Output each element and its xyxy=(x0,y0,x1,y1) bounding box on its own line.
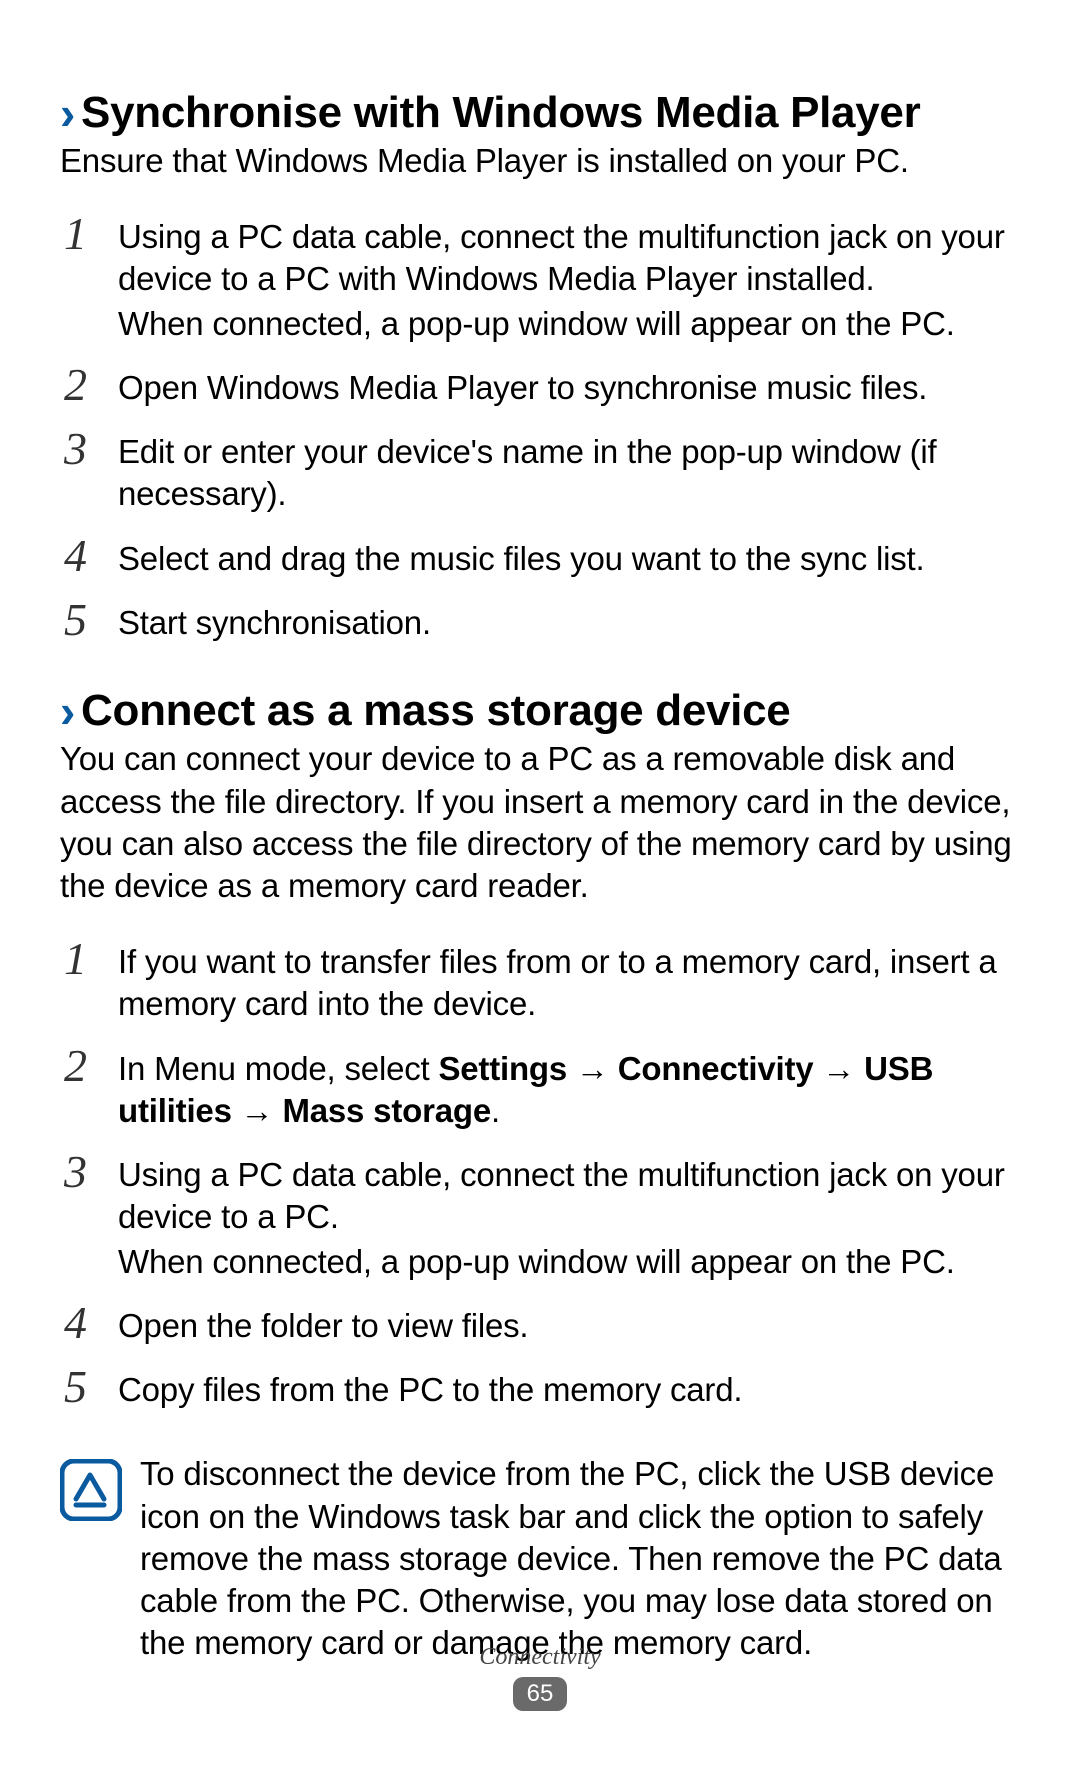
step-text: Using a PC data cable, connect the multi… xyxy=(118,1156,1005,1235)
step-body: Using a PC data cable, connect the multi… xyxy=(118,210,1020,345)
step-number: 4 xyxy=(60,532,118,580)
section2-intro: You can connect your device to a PC as a… xyxy=(60,738,1020,907)
note: To disconnect the device from the PC, cl… xyxy=(60,1453,1020,1664)
section-heading-sync: › Synchronise with Windows Media Player xyxy=(60,88,1020,138)
step-body: Edit or enter your device's name in the … xyxy=(118,425,1020,515)
step: 3 Using a PC data cable, connect the mul… xyxy=(60,1148,1020,1283)
step-number: 3 xyxy=(60,1148,118,1196)
chevron-icon: › xyxy=(60,90,75,136)
step-extra: When connected, a pop-up window will app… xyxy=(118,1241,1020,1283)
step-body: If you want to transfer files from or to… xyxy=(118,935,1020,1025)
step-number: 3 xyxy=(60,425,118,473)
manual-page: › Synchronise with Windows Media Player … xyxy=(0,0,1080,1771)
step: 1 If you want to transfer files from or … xyxy=(60,935,1020,1025)
step: 4 Select and drag the music files you wa… xyxy=(60,532,1020,580)
footer-section: Connectivity xyxy=(0,1644,1080,1671)
step: 5 Copy files from the PC to the memory c… xyxy=(60,1363,1020,1411)
step-tail: . xyxy=(491,1092,500,1129)
step-number: 1 xyxy=(60,935,118,983)
step: 2 Open Windows Media Player to synchroni… xyxy=(60,361,1020,409)
page-number: 65 xyxy=(513,1677,568,1711)
step: 2 In Menu mode, select Settings → Connec… xyxy=(60,1042,1020,1132)
heading-text: Synchronise with Windows Media Player xyxy=(81,88,920,138)
section-heading-mass-storage: › Connect as a mass storage device xyxy=(60,686,1020,736)
step-body: Open the folder to view files. xyxy=(118,1299,528,1347)
step-number: 2 xyxy=(60,1042,118,1090)
step-number: 4 xyxy=(60,1299,118,1347)
step-body: Start synchronisation. xyxy=(118,596,431,644)
step-body: Open Windows Media Player to synchronise… xyxy=(118,361,927,409)
step: 1 Using a PC data cable, connect the mul… xyxy=(60,210,1020,345)
step-extra: When connected, a pop-up window will app… xyxy=(118,303,1020,345)
section1-steps: 1 Using a PC data cable, connect the mul… xyxy=(60,210,1020,644)
step-number: 1 xyxy=(60,210,118,258)
step-number: 2 xyxy=(60,361,118,409)
step: 4 Open the folder to view files. xyxy=(60,1299,1020,1347)
section2-steps: 1 If you want to transfer files from or … xyxy=(60,935,1020,1411)
note-icon xyxy=(60,1459,122,1521)
step-body: Select and drag the music files you want… xyxy=(118,532,924,580)
step-number: 5 xyxy=(60,1363,118,1411)
chevron-icon: › xyxy=(60,688,75,734)
page-footer: Connectivity 65 xyxy=(0,1644,1080,1711)
section1-intro: Ensure that Windows Media Player is inst… xyxy=(60,140,1020,182)
step-body: Using a PC data cable, connect the multi… xyxy=(118,1148,1020,1283)
step-body: Copy files from the PC to the memory car… xyxy=(118,1363,742,1411)
step-lead: In Menu mode, select xyxy=(118,1050,438,1087)
step-body: In Menu mode, select Settings → Connecti… xyxy=(118,1042,1020,1132)
step-text: Using a PC data cable, connect the multi… xyxy=(118,218,1005,297)
heading-text: Connect as a mass storage device xyxy=(81,686,790,736)
note-body: To disconnect the device from the PC, cl… xyxy=(140,1453,1020,1664)
step: 3 Edit or enter your device's name in th… xyxy=(60,425,1020,515)
step: 5 Start synchronisation. xyxy=(60,596,1020,644)
step-number: 5 xyxy=(60,596,118,644)
